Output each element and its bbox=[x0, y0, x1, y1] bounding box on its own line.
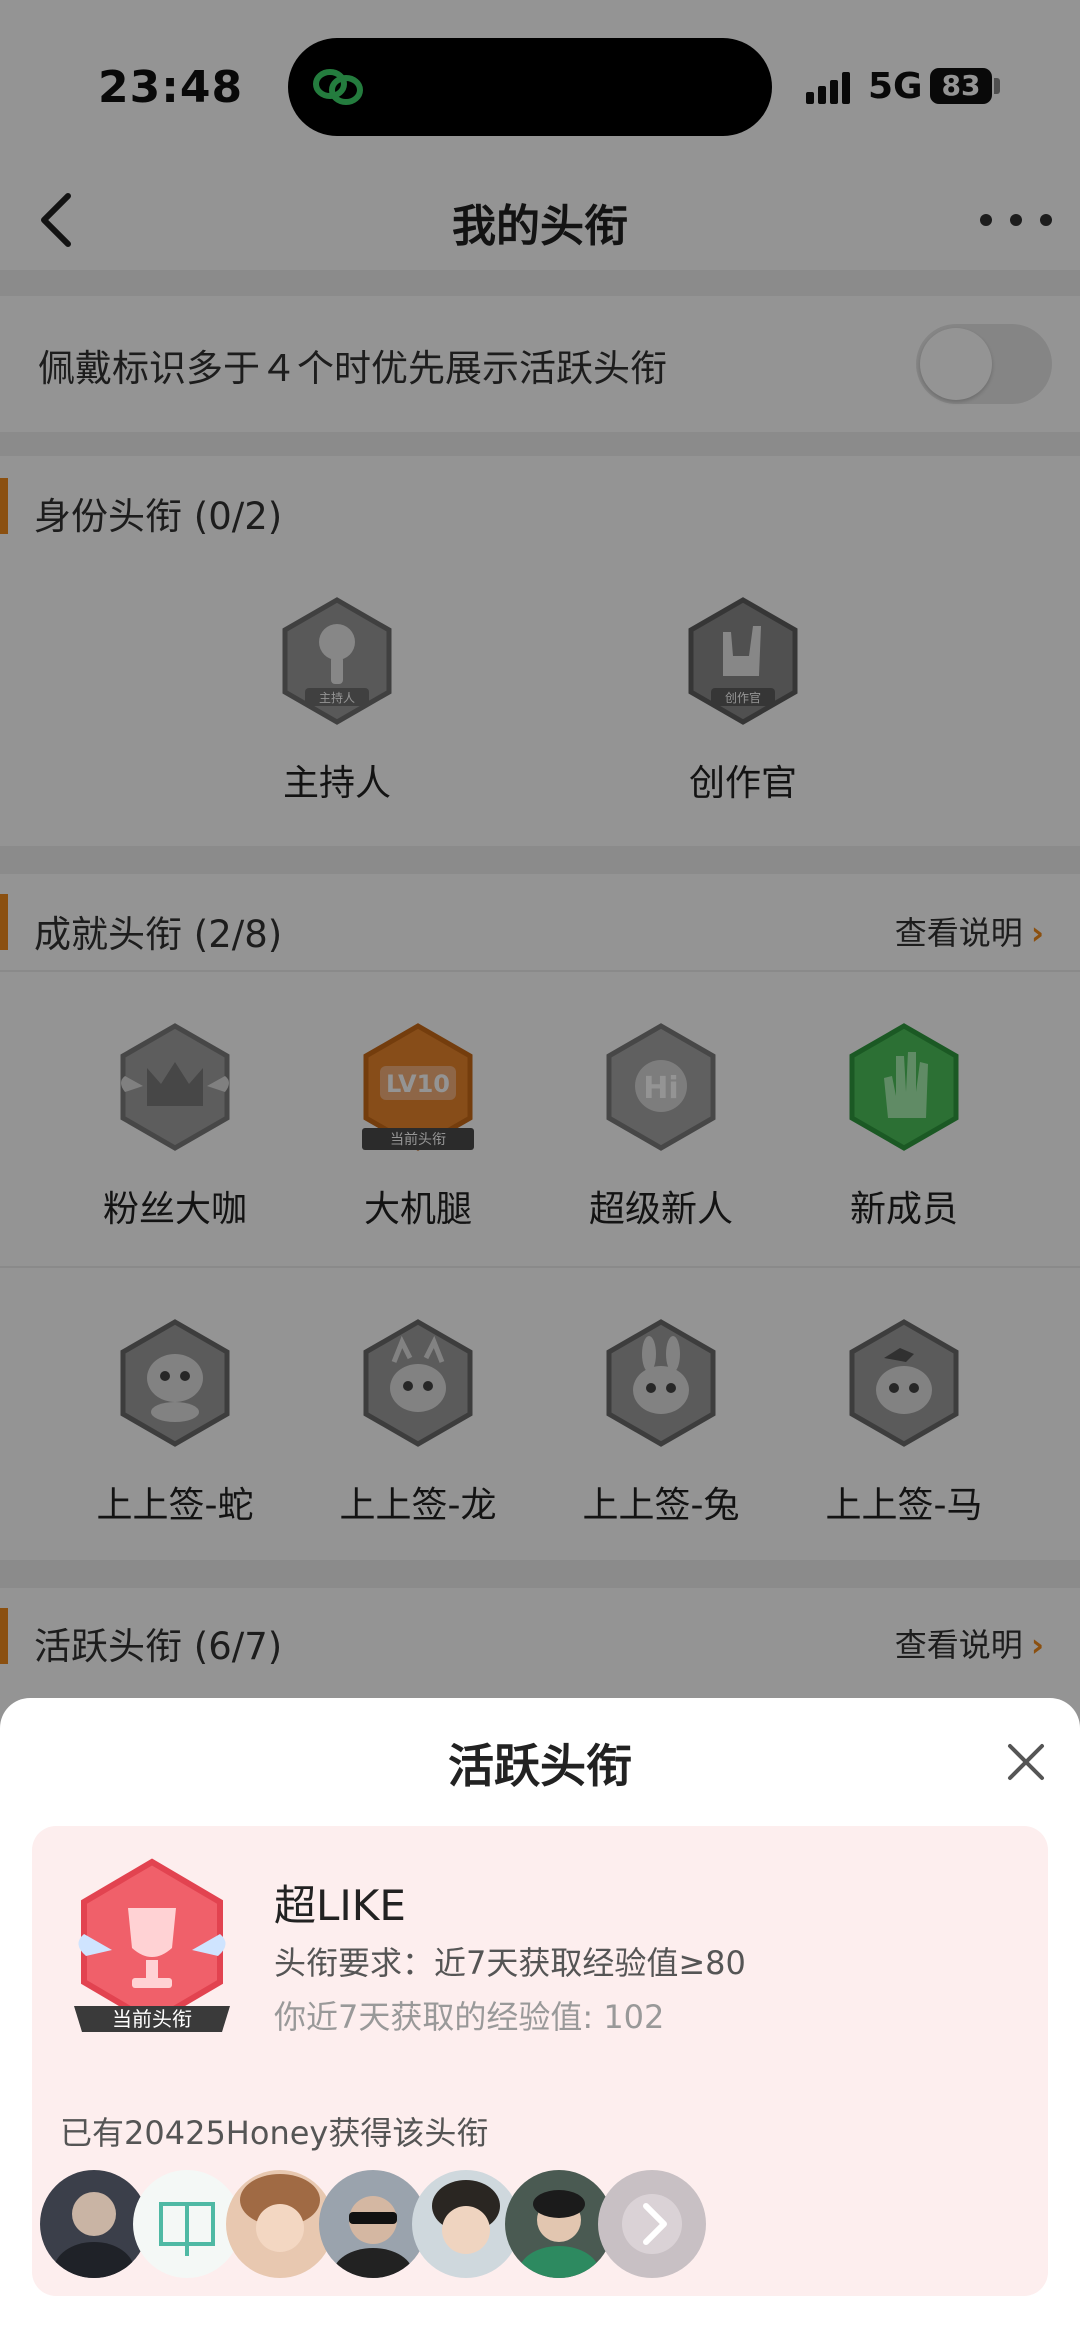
your-exp: 你近7天获取的经验值: 102 bbox=[274, 1998, 665, 2036]
sheet-title: 活跃头衔 bbox=[448, 1739, 632, 1793]
avatar[interactable] bbox=[505, 2170, 613, 2278]
avatar[interactable] bbox=[133, 2170, 241, 2278]
title-name: 超LIKE bbox=[274, 1881, 406, 1930]
owners-count: 已有20425Honey获得该头衔 bbox=[60, 2114, 489, 2152]
title-requirement: 头衔要求：近7天获取经验值≥80 bbox=[274, 1944, 746, 1982]
title-detail-card: 当前头衔 超LIKE 头衔要求：近7天获取经验值≥80 你近7天获取的经验值: … bbox=[32, 1826, 1048, 2296]
svg-text:当前头衔: 当前头衔 bbox=[112, 2007, 192, 2031]
trophy-badge-icon: 当前头衔 bbox=[74, 1858, 230, 2032]
avatar[interactable] bbox=[319, 2170, 427, 2278]
avatar[interactable] bbox=[226, 2170, 334, 2278]
avatar-more[interactable] bbox=[598, 2170, 706, 2278]
close-icon[interactable] bbox=[1002, 1738, 1050, 1786]
active-title-sheet: 活跃头衔 当前头衔 超LIKE 头衔要求：近7天获取经验值≥80 你近7天获取的… bbox=[0, 1698, 1080, 2348]
avatar[interactable] bbox=[40, 2170, 148, 2278]
avatar[interactable] bbox=[412, 2170, 520, 2278]
